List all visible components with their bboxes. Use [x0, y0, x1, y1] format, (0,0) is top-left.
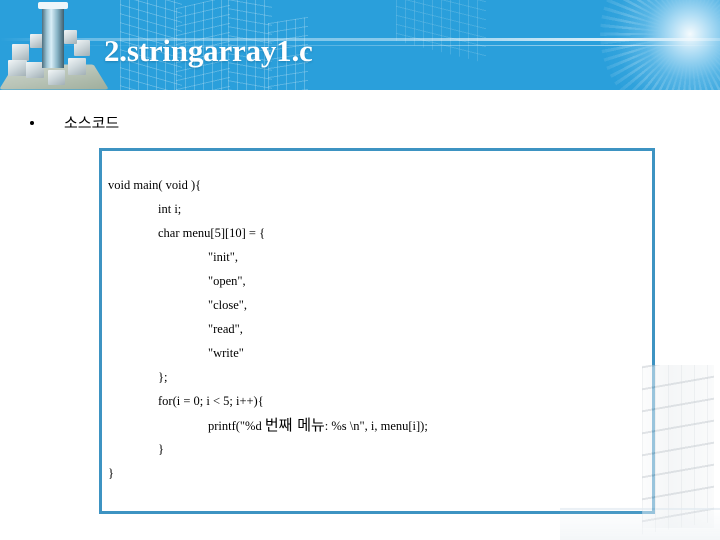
code-line: void main( void ){ — [108, 178, 202, 192]
slide-title: 2.stringarray1.c — [104, 33, 313, 68]
code-printf-prefix: printf("%d — [108, 419, 265, 433]
bullet-row: 소스코드 — [30, 112, 119, 133]
slide-canvas: 2.stringarray1.c 소스코드 void main( void ){… — [0, 0, 720, 540]
code-printf-korean: 번째 메뉴 — [264, 416, 325, 434]
watermark-tower — [642, 365, 714, 528]
city-block — [8, 60, 27, 76]
code-line: "open", — [108, 274, 246, 288]
footer-building-watermark — [560, 365, 720, 540]
city-block — [68, 58, 86, 75]
code-line: "read", — [108, 322, 243, 336]
bullet-label: 소스코드 — [64, 114, 120, 132]
code-printf-suffix: : %s \n", i, menu[i]); — [324, 419, 428, 433]
city-skyscraper — [42, 6, 64, 68]
wireframe-building-decor — [396, 0, 486, 64]
code-line: int i; — [108, 202, 182, 216]
city-block — [48, 70, 65, 85]
slide-header-banner: 2.stringarray1.c — [0, 0, 720, 90]
watermark-ground — [560, 506, 720, 540]
code-line: char menu[5][10] = { — [108, 226, 266, 240]
city-block — [64, 30, 77, 44]
code-line: "write" — [108, 346, 244, 360]
bullet-dot-icon — [30, 120, 34, 125]
city-skyscraper-roof — [38, 2, 68, 9]
city-skyline-illustration — [0, 0, 110, 90]
code-line: "init", — [108, 250, 238, 264]
code-line: "close", — [108, 298, 248, 312]
city-block — [12, 44, 29, 61]
